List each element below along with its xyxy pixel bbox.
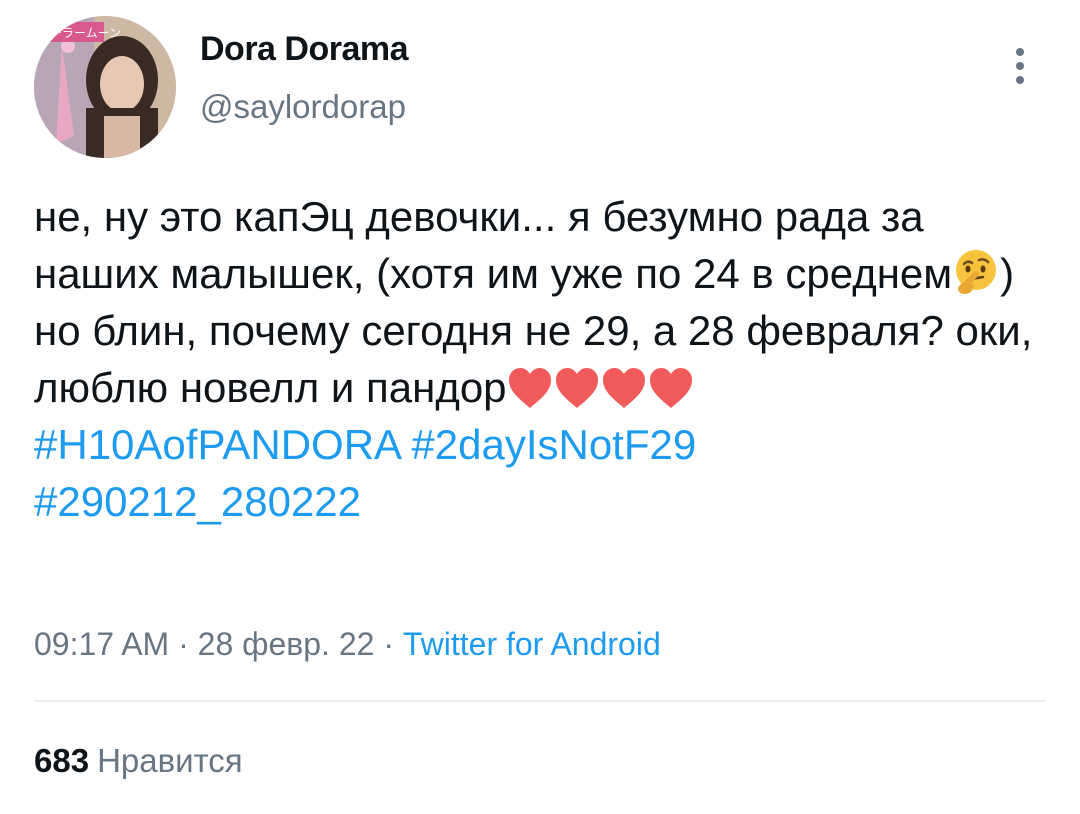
meta-separator: · — [383, 626, 394, 662]
red-heart-icon — [602, 368, 645, 408]
user-handle[interactable]: @saylordorap — [200, 88, 406, 126]
divider — [34, 700, 1046, 702]
red-heart-icon — [649, 368, 692, 408]
red-heart-icon — [555, 368, 598, 408]
avatar[interactable]: セーラームーン — [34, 16, 176, 158]
likes-stat[interactable]: 683 Нравится — [34, 742, 243, 780]
more-dot-icon — [1016, 76, 1024, 84]
tweet-meta: 09:17 AM · 28 февр. 22 · Twitter for And… — [34, 626, 661, 663]
more-dot-icon — [1016, 62, 1024, 70]
more-dot-icon — [1016, 48, 1024, 56]
more-options-button[interactable] — [1004, 42, 1036, 90]
tweet-text: не, ну это капЭц девочки... я безумно ра… — [34, 188, 1044, 530]
hashtag-link[interactable]: #2dayIsNotF29 — [411, 421, 696, 468]
tweet-text-part-1: не, ну это капЭц девочки... я безумно ра… — [34, 193, 953, 297]
meta-separator: · — [178, 626, 189, 662]
red-heart-icon — [508, 368, 551, 408]
tweet-source-link[interactable]: Twitter for Android — [403, 626, 661, 662]
thinking-face-icon — [956, 250, 997, 294]
likes-label: Нравится — [97, 742, 243, 779]
tweet-time[interactable]: 09:17 AM — [34, 626, 169, 662]
display-name[interactable]: Dora Dorama — [200, 30, 409, 69]
tweet-date[interactable]: 28 февр. 22 — [198, 626, 375, 662]
avatar-logo-text: セーラームーン — [38, 26, 121, 40]
avatar-image: セーラームーン — [34, 16, 176, 158]
likes-count: 683 — [34, 742, 90, 779]
hashtag-link[interactable]: #290212_280222 — [34, 478, 361, 525]
hashtag-link[interactable]: #H10AofPANDORA — [34, 421, 400, 468]
